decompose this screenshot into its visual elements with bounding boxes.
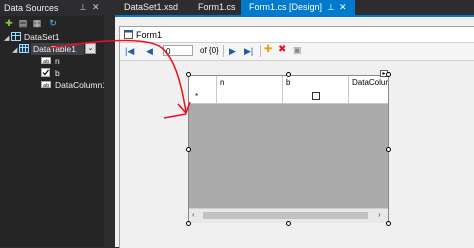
- selection-handle[interactable]: [386, 147, 391, 152]
- pin-icon[interactable]: ⊥: [327, 0, 335, 15]
- textbox-icon: ab: [41, 81, 51, 89]
- data-sources-title: Data Sources: [4, 3, 59, 13]
- tab-label: Form1.cs [Design]: [249, 2, 323, 12]
- cell-b[interactable]: [283, 90, 349, 103]
- count-label: of {0}: [200, 46, 219, 55]
- form-title: Form1: [136, 30, 163, 40]
- close-icon[interactable]: ✕: [339, 0, 347, 15]
- data-sources-panel: Data Sources ⊥ ✕ ✚ ▤ ▦ ↻ ◢ DataSet1 ◢ Da…: [0, 0, 107, 247]
- refresh-icon[interactable]: ↻: [48, 18, 58, 28]
- column-n-label[interactable]: n: [55, 56, 60, 66]
- add-new-icon[interactable]: ✚: [264, 45, 272, 55]
- checkbox-icon: [41, 68, 50, 77]
- dataset-node-label[interactable]: DataSet1: [24, 32, 59, 42]
- move-last-icon[interactable]: ▶|: [244, 46, 253, 56]
- selection-handle[interactable]: [186, 72, 191, 77]
- data-sources-toolbar: ✚ ▤ ▦ ↻: [0, 16, 104, 29]
- selection-handle[interactable]: [186, 221, 191, 226]
- tab-label: DataSet1.xsd: [124, 2, 179, 12]
- column-b-label[interactable]: b: [55, 68, 60, 78]
- move-first-icon[interactable]: |◀: [125, 46, 134, 56]
- binding-navigator: |◀ ◀ 0 of {0} ▶ ▶| ✚ ✖ ▣: [120, 43, 474, 61]
- move-next-icon[interactable]: ▶: [229, 46, 236, 56]
- move-previous-icon[interactable]: ◀: [146, 46, 153, 56]
- cell-datacolumn[interactable]: [349, 90, 388, 103]
- add-datasource-icon[interactable]: ✚: [4, 18, 14, 28]
- column-header-n[interactable]: n: [217, 76, 283, 90]
- tab-form1-design[interactable]: Form1.cs [Design] ⊥ ✕: [241, 0, 355, 15]
- separator: [223, 45, 224, 57]
- column-header-datacolumn[interactable]: DataColum: [349, 76, 388, 90]
- pin-icon[interactable]: ⊥: [79, 2, 87, 13]
- cell-checkbox[interactable]: [312, 92, 320, 100]
- scrollbar-thumb[interactable]: [203, 212, 368, 219]
- tab-label: Form1.cs: [198, 2, 236, 12]
- selection-handle[interactable]: [386, 72, 391, 77]
- collapse-datatable-icon[interactable]: ◢: [12, 46, 17, 54]
- dataset-icon: [11, 32, 21, 41]
- form-titlebar: Form1: [120, 27, 474, 43]
- selection-handle[interactable]: [286, 221, 291, 226]
- chevron-down-icon[interactable]: ⌄: [85, 43, 96, 54]
- selection-handle[interactable]: [386, 221, 391, 226]
- form-icon: [124, 30, 133, 39]
- svg-text:ab: ab: [43, 59, 49, 65]
- cell-n[interactable]: [217, 90, 283, 103]
- delete-icon[interactable]: ✖: [278, 45, 286, 55]
- new-row: *: [189, 90, 388, 104]
- selection-handle[interactable]: [186, 147, 191, 152]
- scroll-left-icon[interactable]: ‹: [192, 210, 195, 219]
- column-datacolumn1-label[interactable]: DataColumn1: [55, 80, 107, 90]
- collapse-dataset-icon[interactable]: ◢: [4, 34, 9, 42]
- data-sources-titlebar: Data Sources ⊥ ✕: [0, 0, 104, 16]
- configure-icon[interactable]: ▦: [32, 18, 42, 28]
- position-input[interactable]: 0: [163, 45, 193, 56]
- grid-header-row: n b DataColum: [189, 76, 388, 91]
- tab-dataset1-xsd[interactable]: DataSet1.xsd: [115, 0, 196, 15]
- datatable-node-label[interactable]: DataTable1: [31, 43, 84, 55]
- separator: [260, 45, 261, 57]
- svg-text:ab: ab: [43, 83, 49, 89]
- column-header-b[interactable]: b: [283, 76, 349, 90]
- close-icon[interactable]: ✕: [92, 2, 100, 13]
- scroll-right-icon[interactable]: ›: [378, 210, 381, 219]
- new-row-marker: *: [189, 90, 217, 103]
- datatable-icon: [19, 44, 29, 53]
- selection-handle[interactable]: [286, 72, 291, 77]
- panel-splitter[interactable]: [104, 0, 115, 247]
- row-header-corner: [189, 76, 217, 90]
- save-icon[interactable]: ▣: [293, 45, 302, 55]
- textbox-icon: ab: [41, 57, 51, 65]
- edit-dataset-icon[interactable]: ▤: [18, 18, 28, 28]
- document-tab-strip: DataSet1.xsd Form1.cs Form1.cs [Design] …: [115, 0, 474, 16]
- data-grid-view[interactable]: n b DataColum * ‹ ›: [188, 75, 389, 223]
